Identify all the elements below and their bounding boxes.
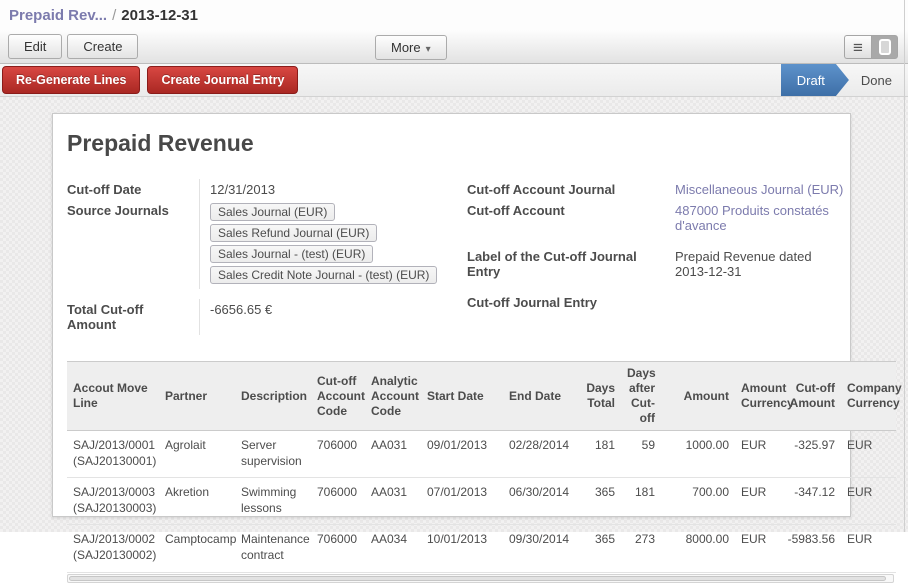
breadcrumb: Prepaid Rev... / 2013-12-31 xyxy=(0,0,908,30)
col-end-date: End Date xyxy=(503,362,575,431)
cell-amount: 700.00 xyxy=(661,478,735,525)
cutoff-account-label: Cut-off Account xyxy=(467,200,665,236)
col-account-move-line: Accout Move Line xyxy=(67,362,159,431)
cell-cutoff-amount: -325.97 xyxy=(779,431,841,478)
cutoff-account-journal-value: Miscellaneous Journal (EUR) xyxy=(665,179,844,200)
form-icon xyxy=(879,39,891,55)
cutoff-account-value: 487000 Produits constatés d'avance xyxy=(665,200,844,236)
cell-end-date: 06/30/2014 xyxy=(503,478,575,525)
edit-button[interactable]: Edit xyxy=(8,34,62,59)
cell-days-after: 181 xyxy=(621,478,661,525)
journal-entry-label-label: Label of the Cut-off Journal Entry xyxy=(467,246,665,282)
cell-analytic-code: AA031 xyxy=(365,431,421,478)
cell-move-line: SAJ/2013/0003 (SAJ20130003) xyxy=(67,478,159,525)
cell-start-date: 07/01/2013 xyxy=(421,478,503,525)
create-button[interactable]: Create xyxy=(67,34,138,59)
cell-amount-currency: EUR xyxy=(735,431,779,478)
more-dropdown-button[interactable]: More ▾ xyxy=(375,35,447,60)
cell-description: Server supervision xyxy=(235,431,311,478)
form-view-button[interactable] xyxy=(871,35,898,59)
source-journals-label: Source Journals xyxy=(67,200,199,289)
cell-company-currency: EUR xyxy=(841,431,896,478)
breadcrumb-separator: / xyxy=(112,7,116,24)
cell-days-total: 181 xyxy=(575,431,621,478)
cutoff-journal-entry-value xyxy=(665,292,844,313)
cell-amount-currency: EUR xyxy=(735,478,779,525)
cell-amount: 1000.00 xyxy=(661,431,735,478)
cutoff-date-label: Cut-off Date xyxy=(67,179,199,200)
toolbar: Edit Create More ▾ ≡ xyxy=(0,30,908,64)
cell-days-after: 59 xyxy=(621,431,661,478)
journal-entry-label-value: Prepaid Revenue dated 2013-12-31 xyxy=(665,246,844,282)
horizontal-scrollbar-thumb[interactable] xyxy=(69,576,886,581)
cutoff-lines-table: Accout Move Line Partner Description Cut… xyxy=(67,361,896,573)
statusbar: Draft Done xyxy=(781,64,902,96)
breadcrumb-current: 2013-12-31 xyxy=(121,7,198,24)
more-label: More xyxy=(391,40,421,55)
window-right-border xyxy=(904,0,905,532)
total-cutoff-label: Total Cut-off Amount xyxy=(67,299,199,335)
col-partner: Partner xyxy=(159,362,235,431)
col-analytic-account-code: Analytic Account Code xyxy=(365,362,421,431)
chevron-down-icon: ▾ xyxy=(426,44,431,55)
source-journals-value: Sales Journal (EUR) Sales Refund Journal… xyxy=(199,200,467,289)
breadcrumb-parent-link[interactable]: Prepaid Rev... xyxy=(9,7,107,24)
cutoff-account-journal-link[interactable]: Miscellaneous Journal (EUR) xyxy=(675,182,843,197)
field-group-right: Cut-off Account Journal Miscellaneous Jo… xyxy=(467,179,850,335)
table-header-row: Accout Move Line Partner Description Cut… xyxy=(67,362,896,431)
field-group-left: Cut-off Date 12/31/2013 Source Journals … xyxy=(67,179,467,335)
field-groups: Cut-off Date 12/31/2013 Source Journals … xyxy=(67,179,850,335)
cell-cutoff-amount: -347.12 xyxy=(779,478,841,525)
journal-tag: Sales Refund Journal (EUR) xyxy=(210,224,377,242)
table-row[interactable]: SAJ/2013/0003 (SAJ20130003) Akretion Swi… xyxy=(67,478,896,525)
regenerate-lines-button[interactable]: Re-Generate Lines xyxy=(2,66,140,94)
col-cutoff-account-code: Cut-off Account Code xyxy=(311,362,365,431)
form-sheet: Prepaid Revenue Cut-off Date 12/31/2013 … xyxy=(52,113,851,517)
status-draft-badge: Draft xyxy=(781,64,849,96)
journal-tag: Sales Journal (EUR) xyxy=(210,203,335,221)
cell-partner: Agrolait xyxy=(159,431,235,478)
list-icon: ≡ xyxy=(853,39,863,56)
page-title: Prepaid Revenue xyxy=(67,130,850,157)
cell-company-currency: EUR xyxy=(841,478,896,525)
cell-start-date: 09/01/2013 xyxy=(421,431,503,478)
cell-end-date: 02/28/2014 xyxy=(503,431,575,478)
col-company-currency: Company Currency xyxy=(841,362,896,431)
prepaid-revenue-form-page: { "colors": { "accent_red": "#c03030", "… xyxy=(0,0,908,532)
col-amount: Amount xyxy=(661,362,735,431)
source-journal-tags: Sales Journal (EUR) Sales Refund Journal… xyxy=(210,203,465,286)
status-done-badge: Done xyxy=(849,64,902,96)
total-cutoff-value: -6656.65 € xyxy=(199,299,467,335)
cell-account-code: 706000 xyxy=(311,431,365,478)
cutoff-account-link[interactable]: 487000 Produits constatés d'avance xyxy=(675,203,829,233)
cell-partner: Akretion xyxy=(159,478,235,525)
cutoff-journal-entry-label: Cut-off Journal Entry xyxy=(467,292,665,313)
cell-account-code: 706000 xyxy=(311,478,365,525)
col-days-total: Days Total xyxy=(575,362,621,431)
cell-days-total: 365 xyxy=(575,478,621,525)
cutoff-date-value: 12/31/2013 xyxy=(199,179,467,200)
journal-tag: Sales Journal - (test) (EUR) xyxy=(210,245,373,263)
cutoff-account-journal-label: Cut-off Account Journal xyxy=(467,179,665,200)
create-journal-entry-button[interactable]: Create Journal Entry xyxy=(147,66,298,94)
col-days-after-cutoff: Days after Cut-off xyxy=(621,362,661,431)
content-area: Prepaid Revenue Cut-off Date 12/31/2013 … xyxy=(0,97,908,532)
col-start-date: Start Date xyxy=(421,362,503,431)
col-description: Description xyxy=(235,362,311,431)
cell-description: Swimming lessons xyxy=(235,478,311,525)
view-switcher: ≡ xyxy=(844,35,898,59)
cell-analytic-code: AA031 xyxy=(365,478,421,525)
table-row[interactable]: SAJ/2013/0001 (SAJ20130001) Agrolait Ser… xyxy=(67,431,896,478)
horizontal-scrollbar-track xyxy=(67,574,894,583)
cell-move-line: SAJ/2013/0001 (SAJ20130001) xyxy=(67,431,159,478)
action-bar: Re-Generate Lines Create Journal Entry D… xyxy=(0,64,908,97)
journal-tag: Sales Credit Note Journal - (test) (EUR) xyxy=(210,266,437,284)
col-amount-currency: Amount Currency xyxy=(735,362,779,431)
list-view-button[interactable]: ≡ xyxy=(844,35,871,59)
